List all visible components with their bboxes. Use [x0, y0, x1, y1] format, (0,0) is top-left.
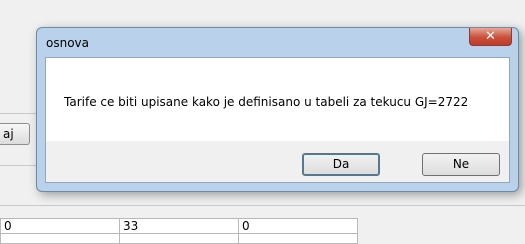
- close-button[interactable]: ✕: [469, 28, 512, 46]
- message-area: Tarife ce biti upisane kako je definisan…: [46, 58, 509, 141]
- background-separator: [0, 165, 40, 166]
- table-cell[interactable]: [119, 233, 239, 244]
- message-dialog: osnova ✕ Tarife ce biti upisane kako je …: [36, 27, 519, 192]
- background-separator: [0, 205, 525, 206]
- close-icon: ✕: [485, 29, 496, 44]
- table-cell[interactable]: [238, 233, 358, 244]
- table-cell[interactable]: 0: [238, 218, 358, 234]
- table-row: 0 33 0: [0, 218, 358, 234]
- dialog-message: Tarife ce biti upisane kako je definisan…: [64, 95, 469, 109]
- no-button[interactable]: Ne: [422, 153, 500, 176]
- table-cell[interactable]: [0, 233, 120, 244]
- background-separator: [0, 113, 40, 114]
- dialog-body: Tarife ce biti upisane kako je definisan…: [45, 57, 510, 183]
- table-row: [0, 233, 358, 244]
- dialog-title: osnova: [46, 36, 89, 50]
- background-grid: 0 33 0: [0, 218, 358, 244]
- table-cell[interactable]: 0: [0, 218, 120, 234]
- background-button[interactable]: aj: [0, 123, 30, 145]
- table-cell[interactable]: 33: [119, 218, 239, 234]
- yes-button[interactable]: Da: [302, 153, 380, 176]
